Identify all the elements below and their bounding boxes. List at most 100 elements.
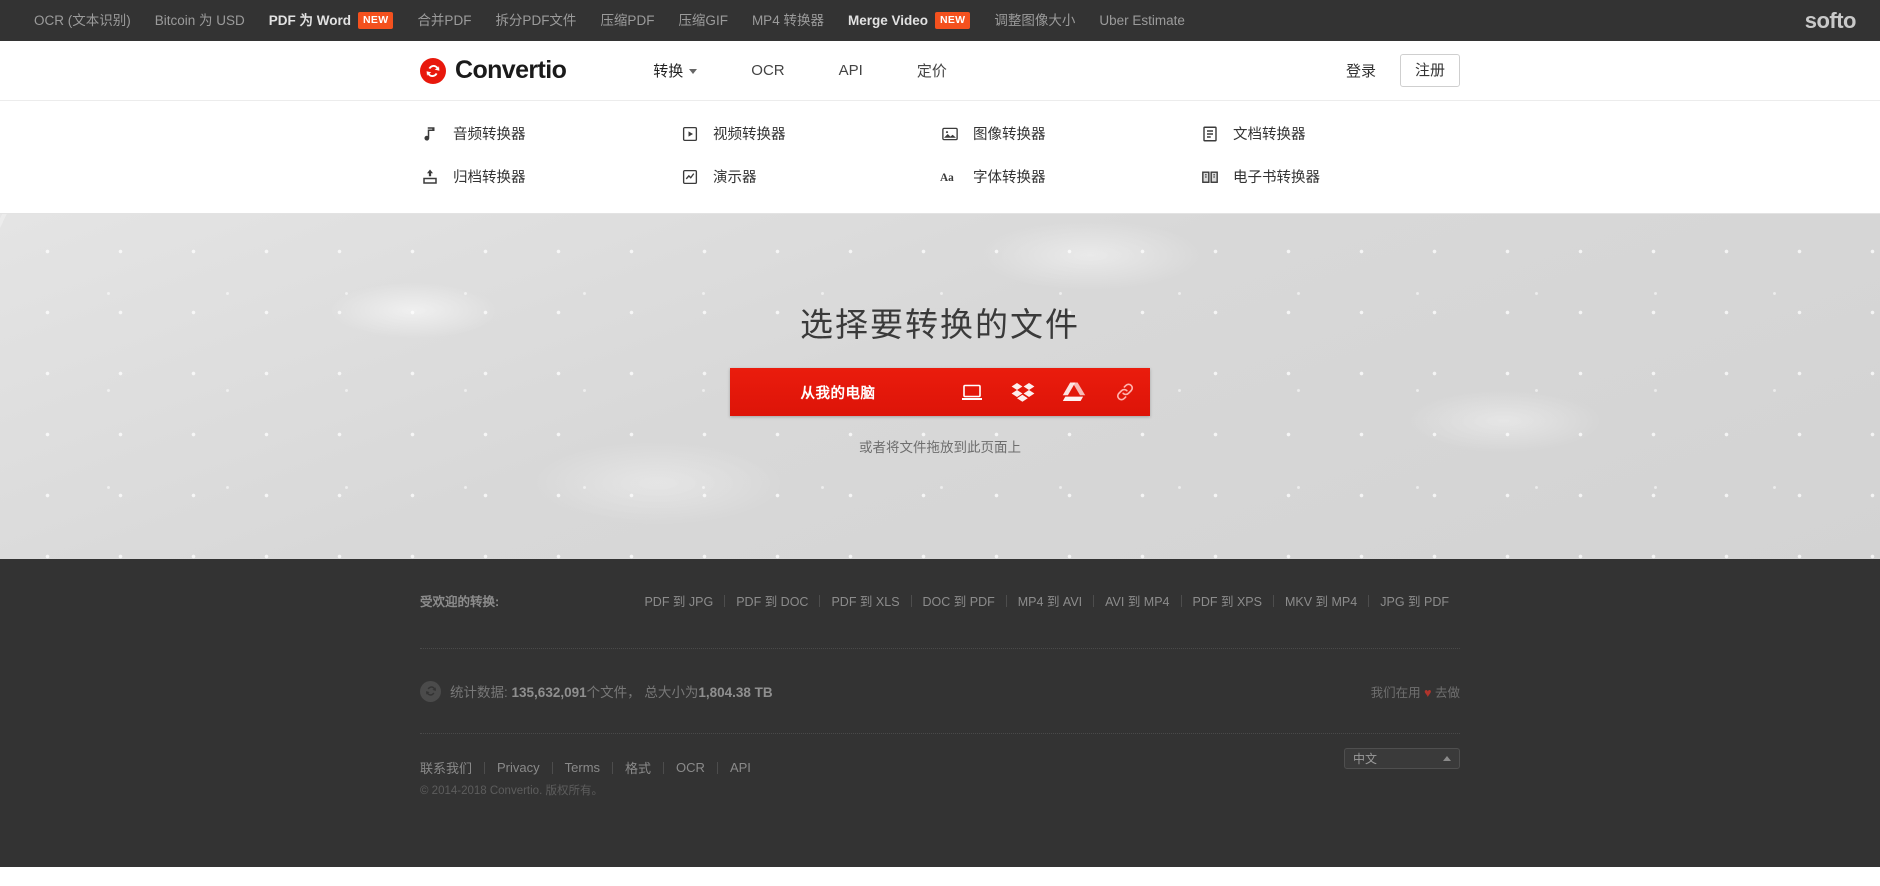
converter-menu-item-4[interactable]: 归档转换器 [420, 166, 680, 187]
top-promo-link-5[interactable]: 压缩PDF [588, 14, 666, 28]
popular-conversions-links: PDF 到 JPG PDF 到 DOC PDF 到 XLS DOC 到 PDF MP4 … [633, 591, 1460, 610]
nav-item-label: 转换 [653, 63, 684, 80]
signup-button[interactable]: 注册 [1399, 53, 1460, 88]
converter-menu-item-label: 音频转换器 [453, 127, 526, 143]
converter-menu-item-3[interactable]: 文档转换器 [1200, 123, 1460, 144]
footer-link-0[interactable]: 联系我们 [420, 758, 484, 777]
drag-drop-hint: 或者将文件拖放到此页面上 [859, 440, 1021, 455]
upload-bar: 从我的电脑 [730, 368, 1150, 416]
top-promo-link-0[interactable]: OCR (文本识别) [22, 14, 143, 28]
top-promo-link-label: 压缩GIF [678, 12, 728, 28]
popular-conversion-link-7[interactable]: MKV 到 MP4 [1274, 591, 1368, 610]
popular-conversion-link-0[interactable]: PDF 到 JPG [633, 591, 724, 610]
converter-menu-item-5[interactable]: 演示器 [680, 166, 940, 187]
dropbox-icon[interactable] [997, 368, 1048, 416]
nav-item-label: API [838, 62, 863, 79]
converters-dropdown-panel: 音频转换器 视频转换器 图像转换器 文档转换器归档转换器 演示器 Aa 字体转换器 电子书转换… [0, 101, 1880, 214]
link-icon[interactable] [1099, 368, 1150, 416]
popular-conversion-link-3[interactable]: DOC 到 PDF [912, 591, 1006, 610]
stats-row: 统计数据: 135,632,091个文件， 总大小为1,804.38 TB 我们… [420, 649, 1460, 733]
heart-icon: ♥ [1424, 685, 1432, 700]
converter-menu-item-1[interactable]: 视频转换器 [680, 123, 940, 144]
choose-files-button[interactable]: 从我的电脑 [730, 368, 946, 416]
footer-link-4[interactable]: OCR [664, 760, 717, 775]
nav-item-label: 定价 [916, 63, 947, 80]
stats-file-count: 135,632,091 [511, 685, 587, 700]
image-icon [940, 124, 960, 144]
main-nav: 转换 OCR API 定价 [626, 60, 974, 81]
upload-source-buttons [946, 368, 1150, 416]
top-promo-link-label: PDF 为 Word [268, 12, 352, 28]
document-icon [1200, 124, 1220, 144]
top-promo-link-label: 调整图像大小 [994, 12, 1076, 28]
converter-menu-item-0[interactable]: 音频转换器 [420, 123, 680, 144]
softo-brand-logo[interactable]: softo [1805, 8, 1857, 34]
top-promo-link-label: MP4 转换器 [751, 12, 824, 28]
google-drive-icon[interactable] [1048, 368, 1099, 416]
top-promo-link-label: 压缩PDF [600, 12, 655, 28]
svg-text:Aa: Aa [940, 172, 954, 184]
stats-prefix: 统计数据: [450, 685, 508, 700]
converter-menu-item-label: 电子书转换器 [1233, 170, 1320, 186]
nav-item-label: OCR [751, 62, 785, 79]
top-promo-links: OCR (文本识别) Bitcoin 为 USD PDF 为 Word NEW 合并PD… [22, 12, 1197, 29]
stats-text: 统计数据: 135,632,091个文件， 总大小为1,804.38 TB [450, 681, 773, 701]
nav-item-api[interactable]: API [812, 62, 890, 79]
top-promo-link-label: Merge Video [847, 12, 928, 28]
top-promo-link-9[interactable]: 调整图像大小 [982, 14, 1087, 28]
archive-box-icon [420, 167, 440, 187]
popular-conversion-link-1[interactable]: PDF 到 DOC [725, 591, 819, 610]
top-promo-link-6[interactable]: 压缩GIF [666, 14, 740, 28]
converter-menu-item-label: 演示器 [713, 170, 757, 186]
footer-link-3[interactable]: 格式 [613, 758, 663, 777]
popular-conversion-link-8[interactable]: JPG 到 PDF [1369, 591, 1460, 610]
converter-menu-item-7[interactable]: 电子书转换器 [1200, 166, 1460, 187]
video-play-icon [680, 124, 700, 144]
top-promo-link-4[interactable]: 拆分PDF文件 [483, 14, 588, 28]
nav-item-convert[interactable]: 转换 [626, 60, 724, 81]
made-with-suffix: 去做 [1434, 685, 1460, 700]
popular-conversion-link-2[interactable]: PDF 到 XLS [820, 591, 910, 610]
top-promo-link-10[interactable]: Uber Estimate [1087, 14, 1197, 28]
top-promo-link-7[interactable]: MP4 转换器 [740, 14, 836, 28]
font-aa-icon: Aa [940, 167, 960, 187]
language-selector[interactable]: 中文 [1344, 748, 1460, 769]
top-promo-link-2[interactable]: PDF 为 Word NEW [257, 12, 406, 29]
popular-conversion-link-6[interactable]: PDF 到 XPS [1182, 591, 1273, 610]
login-link[interactable]: 登录 [1336, 54, 1386, 87]
top-promo-link-1[interactable]: Bitcoin 为 USD [143, 14, 257, 28]
chevron-up-icon [1443, 756, 1451, 761]
popular-conversions-row: 受欢迎的转换: PDF 到 JPG PDF 到 DOC PDF 到 XLS DOC 到… [420, 559, 1460, 610]
made-with-love-text: 我们在用 ♥ 去做 [1371, 682, 1460, 701]
popular-conversions-label: 受欢迎的转换: [420, 595, 500, 609]
footer-link-2[interactable]: Terms [553, 760, 612, 775]
stats-files-suffix: 个文件， [586, 685, 641, 700]
stats-total-size: 1,804.38 TB [698, 685, 773, 700]
laptop-icon[interactable] [946, 368, 997, 416]
converter-menu-item-6[interactable]: Aa 字体转换器 [940, 166, 1200, 187]
converter-menu-item-2[interactable]: 图像转换器 [940, 123, 1200, 144]
stats-convertio-icon [420, 680, 441, 702]
music-note-icon [420, 124, 440, 144]
popular-conversion-link-4[interactable]: MP4 到 AVI [1007, 591, 1093, 610]
footer-links: 联系我们 Privacy Terms 格式 OCR API [420, 758, 763, 777]
language-selector-value: 中文 [1353, 752, 1378, 766]
page-title: 选择要转换的文件 [800, 308, 1080, 344]
presentation-icon [680, 167, 700, 187]
site-footer: 受欢迎的转换: PDF 到 JPG PDF 到 DOC PDF 到 XLS DOC 到… [0, 559, 1880, 867]
copyright-text: © 2014-2018 Convertio. 版权所有。 [420, 785, 603, 797]
site-header: Convertio 转换 OCR API 定价 登录 注册 [0, 41, 1880, 101]
top-promo-link-8[interactable]: Merge Video NEW [836, 12, 982, 29]
converter-menu-item-label: 视频转换器 [713, 127, 786, 143]
convertio-logo[interactable]: Convertio [420, 56, 567, 85]
popular-conversion-link-5[interactable]: AVI 到 MP4 [1094, 591, 1180, 610]
footer-link-5[interactable]: API [718, 760, 763, 775]
converter-menu-item-label: 字体转换器 [973, 170, 1046, 186]
footer-link-1[interactable]: Privacy [485, 760, 552, 775]
top-promo-link-3[interactable]: 合并PDF [405, 14, 483, 28]
convertio-logo-icon [420, 57, 446, 84]
nav-item-ocr[interactable]: OCR [724, 62, 811, 79]
nav-item-定价[interactable]: 定价 [890, 60, 974, 81]
top-promo-link-label: Bitcoin 为 USD [154, 12, 245, 28]
top-promo-link-label: 拆分PDF文件 [495, 12, 577, 28]
